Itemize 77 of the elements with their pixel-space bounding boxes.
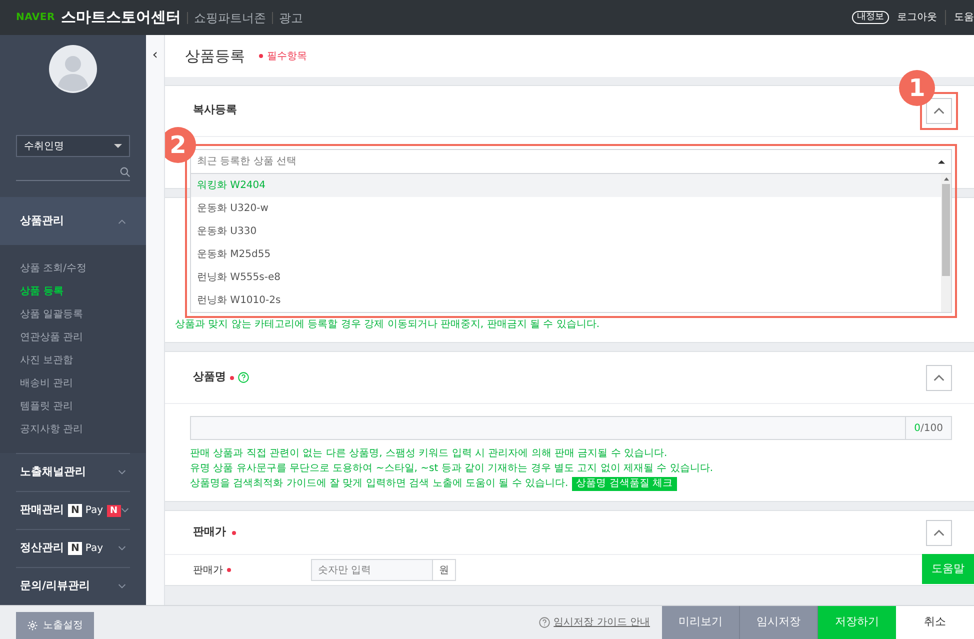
menu-item[interactable]: 사진 보관함 [0,349,146,372]
caret-icon [938,160,945,164]
n-logo: N [68,542,82,555]
unit-label: 원 [432,560,455,580]
receiver-select[interactable]: 수취인명 [16,135,130,157]
collapse-button[interactable] [926,364,952,390]
scrollbar[interactable] [941,174,951,312]
dropdown-option[interactable]: 운동화 U330 [191,220,941,243]
temp-save-guide-link[interactable]: 임시저장 가이드 안내 [538,615,650,630]
help-text: 유명 상품 유사문구를 무단으로 도용하여 ~스타일, ~st 등과 같이 기재하는 경우 별도 고지 없이 제재될 수 있습니다. [190,462,714,476]
sidebar-toggle[interactable]: ‹ [152,47,158,63]
footer-button[interactable]: 취소 [896,606,974,639]
chevron-icon [118,584,126,589]
menu-group-label: 판매관리 [20,502,64,518]
help-link[interactable]: 도움 [945,10,974,25]
menu-item[interactable]: 공지사항 관리 [0,418,146,441]
chevron-icon [933,107,945,114]
chevron-icon [118,546,126,551]
menu-group-label: 문의/리뷰관리 [20,578,90,594]
page-title: 상품등록 [185,46,245,67]
menu-item[interactable]: 상품 조회/수정 [0,257,146,280]
menu-group-label: 정산관리 [20,540,64,556]
help-text: 판매 상품과 직접 관련이 없는 다른 상품명, 스팸성 키워드 입력 시 관리자에 의해 판매 금지될 수 있습니다. [190,447,668,461]
top-link[interactable]: 쇼핑파트너존 [186,12,266,24]
help-icon[interactable] [238,372,249,383]
menu-item[interactable]: 상품 일괄등록 [0,303,146,326]
collapse-button[interactable] [926,520,952,546]
select-placeholder: 최근 등록한 상품 선택 [197,155,297,169]
price-field[interactable]: 숫자만 입력 원 [311,559,456,581]
menu-group[interactable]: 상품관리 [0,197,146,245]
dropdown-option[interactable]: 운동화 M25d55 [191,243,941,266]
menu-item[interactable]: 배송비 관리 [0,372,146,395]
char-counter: 0/100 [905,417,951,439]
gear-icon [27,620,38,631]
menu-item[interactable]: 연관상품 관리 [0,326,146,349]
menu-group-label: 상품관리 [20,212,64,229]
required-legend: 필수항목 [259,48,307,64]
top-link[interactable]: 광고 [272,12,303,24]
search-icon [120,166,130,176]
help-text: 상품명을 검색최적화 가이드에 잘 맞게 입력하면 검색 노출에 도움이 될 수 있습니다. [190,477,568,491]
section-title: 복사등록 [193,102,237,118]
collapse-button[interactable] [926,98,952,124]
app-title: 스마트스토어센터 [60,7,181,28]
footer-button[interactable]: 미리보기 [662,606,740,639]
pay-label: Pay [85,504,104,518]
menu-item[interactable]: 템플릿 관리 [0,395,146,418]
category-notice: 상품과 맞지 않는 카테고리에 등록할 경우 강제 이동되거나 판매중지, 판매금지 될 수 있습니다. [175,318,600,332]
brand-logo[interactable]: NAVER [16,10,55,25]
product-name-field[interactable]: 0/100 [190,416,952,440]
chevron-icon [933,529,945,536]
display-settings-button[interactable]: 노출설정 [16,612,94,639]
new-badge: N [107,504,121,516]
chevron-icon [118,218,126,224]
n-logo: N [68,504,82,517]
menu-group[interactable]: 정산관리 N Pay [16,529,130,567]
chevron-icon [118,470,126,475]
field-label: 판매가 [193,564,223,578]
section-title: 판매가 [193,524,226,540]
dropdown-option[interactable]: 운동화 U320-w [191,197,941,220]
dropdown-option[interactable]: 런닝화 W555s-e8 [191,266,941,289]
avatar-icon [49,45,97,93]
caret-icon [114,144,122,148]
menu-item[interactable]: 상품 등록 [0,280,146,303]
pay-label: Pay [85,542,104,556]
recent-product-select[interactable]: 최근 등록한 상품 선택 [190,149,952,174]
menu-group[interactable]: 판매관리 N Pay N [16,491,130,529]
menu-group[interactable]: 노출채널관리 [16,453,130,491]
dropdown-option[interactable]: 런닝화 W1010-2s [191,289,941,312]
menu-group-label: 노출채널관리 [20,464,86,480]
section-title: 상품명 [193,369,226,386]
my-info-button[interactable]: 내정보 [852,11,889,24]
chevron-icon [120,508,129,513]
logout-link[interactable]: 로그아웃 [897,10,937,25]
help-icon [538,617,550,628]
scroll-up-icon[interactable] [944,177,948,181]
chevron-icon [933,374,945,381]
footer-button[interactable]: 임시저장 [740,606,818,639]
